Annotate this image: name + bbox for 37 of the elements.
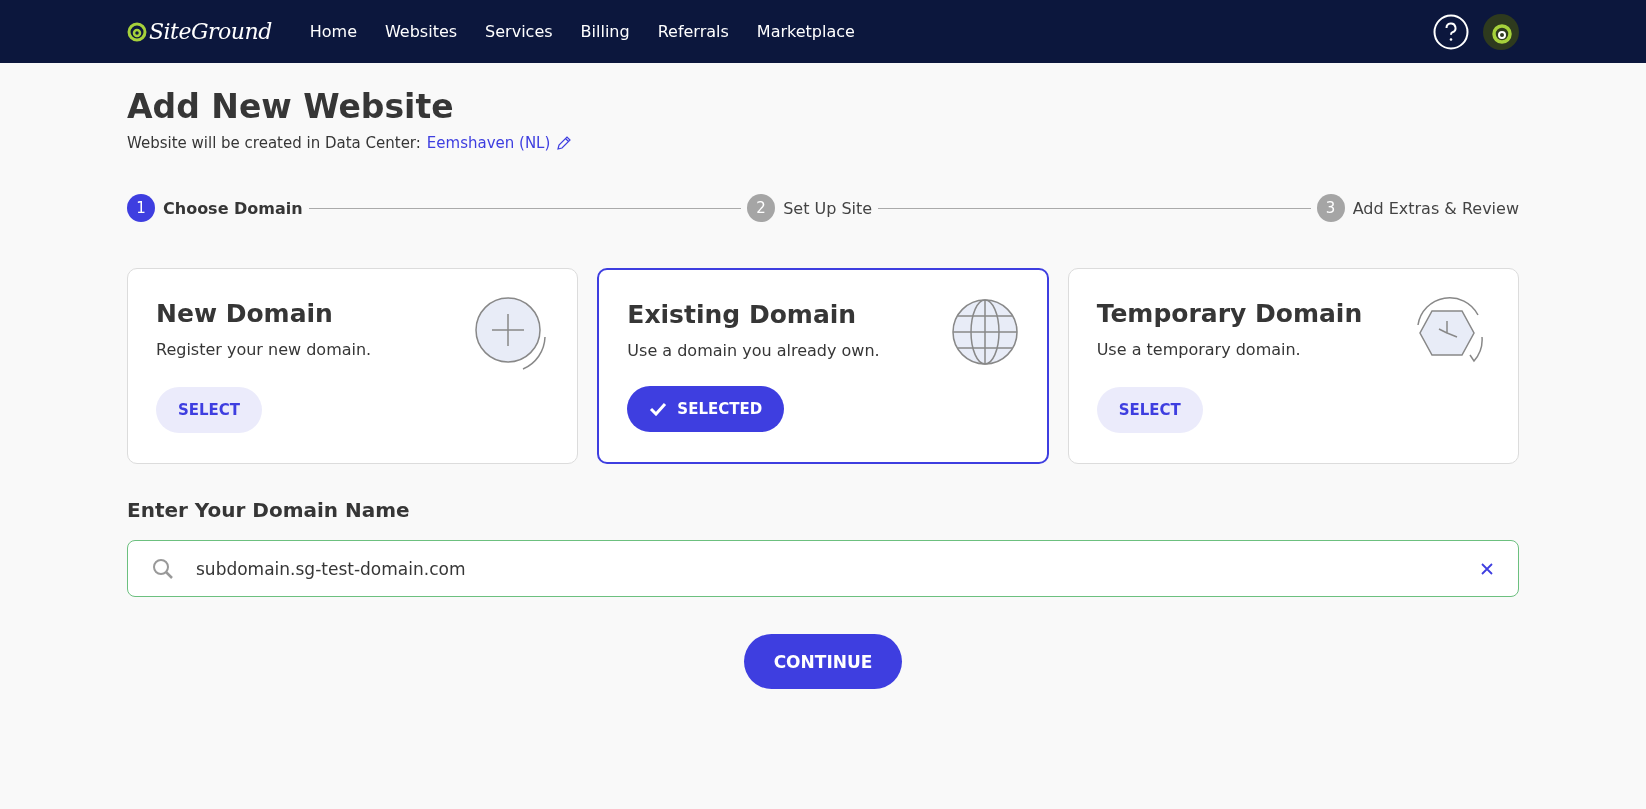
option-title: Temporary Domain <box>1096 299 1364 328</box>
nav-link[interactable]: Referrals <box>657 22 729 41</box>
step-label: Choose Domain <box>163 198 303 218</box>
avatar-icon[interactable] <box>1483 13 1519 50</box>
option-description: Use a domain you already own. <box>627 341 881 360</box>
field-label: Enter Your Domain Name <box>127 498 411 522</box>
nav-link[interactable]: Home <box>309 22 357 41</box>
step-number: 3 <box>1316 194 1345 222</box>
option-description: Use a temporary domain. <box>1096 340 1302 359</box>
option-title: Existing Domain <box>627 300 858 329</box>
select-button[interactable]: SELECT <box>1096 387 1203 433</box>
option-description: Register your new domain. <box>156 340 373 359</box>
select-button[interactable]: SELECTED <box>627 386 785 432</box>
domain-input-field[interactable]: subdomain.sg-test-domain.com <box>194 557 1460 580</box>
nav-link[interactable]: Services <box>485 22 553 41</box>
data-center-link[interactable]: Eemshaven (NL) <box>426 134 551 152</box>
clear-button[interactable] <box>1480 561 1494 576</box>
swirl-logo-icon <box>127 21 147 42</box>
page-title: Add New Website <box>127 87 455 126</box>
nav-link[interactable]: Marketplace <box>756 22 855 41</box>
logo-text[interactable]: SiteGround <box>149 19 272 44</box>
nav-link[interactable]: Billing <box>580 22 630 41</box>
search-icon <box>152 557 174 580</box>
step-label: Add Extras & Review <box>1352 198 1519 218</box>
check-icon <box>649 402 668 416</box>
step-number: 2 <box>747 194 776 222</box>
data-center-text: Website will be created in Data Center: <box>127 134 421 152</box>
globe-icon <box>950 298 1019 366</box>
pencil-icon[interactable] <box>556 135 573 151</box>
select-button[interactable]: SELECT <box>156 387 263 433</box>
help-icon[interactable] <box>1433 13 1469 50</box>
nav-link[interactable]: Websites <box>385 22 458 41</box>
option-title: New Domain <box>156 299 334 328</box>
continue-button[interactable]: CONTINUE <box>743 634 903 689</box>
step-number: 1 <box>127 194 155 222</box>
step-label: Set Up Site <box>783 198 873 218</box>
domain-search-field[interactable]: subdomain.sg-test-domain.com <box>127 540 1519 597</box>
